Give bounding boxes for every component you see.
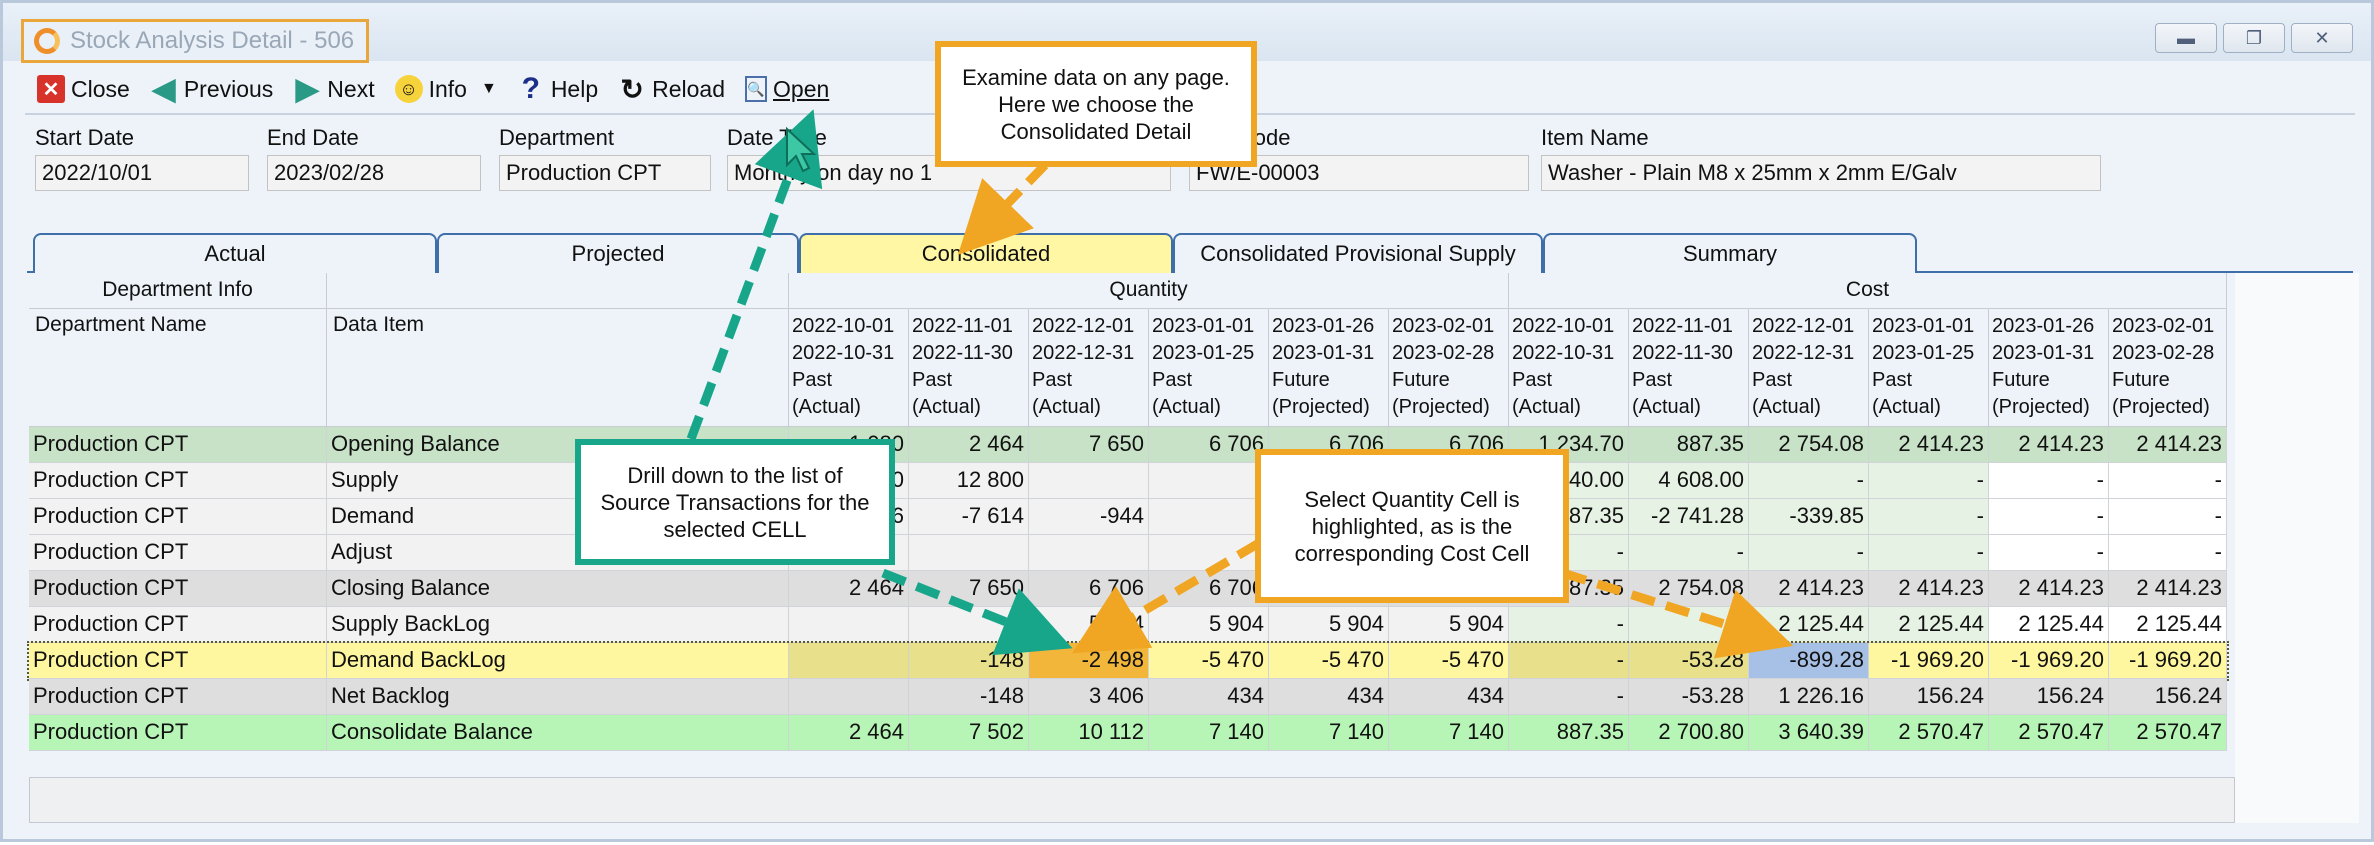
arrow-select-to-qty [1071,539,1262,654]
callout-drill-text: Drill down to the list of Source Transac… [600,462,870,542]
arrow-drill-to-cell [881,568,1073,656]
callout-select-quantity: Select Quantity Cell is highlighted, as … [1255,449,1569,603]
arrow-drill-to-open [686,109,823,441]
arrow-select-to-cost [1561,568,1794,659]
callout-drill-down: Drill down to the list of Source Transac… [575,439,895,565]
callout-examine-text: Examine data on any page. Here we choose… [962,64,1230,144]
stock-analysis-window: Stock Analysis Detail - 506 ▬ ❐ ✕ ✕ Clos… [0,0,2374,842]
arrow-examine-to-tab [957,161,1049,255]
callout-select-text: Select Quantity Cell is highlighted, as … [1294,486,1530,566]
callout-examine-data: Examine data on any page. Here we choose… [935,41,1257,167]
